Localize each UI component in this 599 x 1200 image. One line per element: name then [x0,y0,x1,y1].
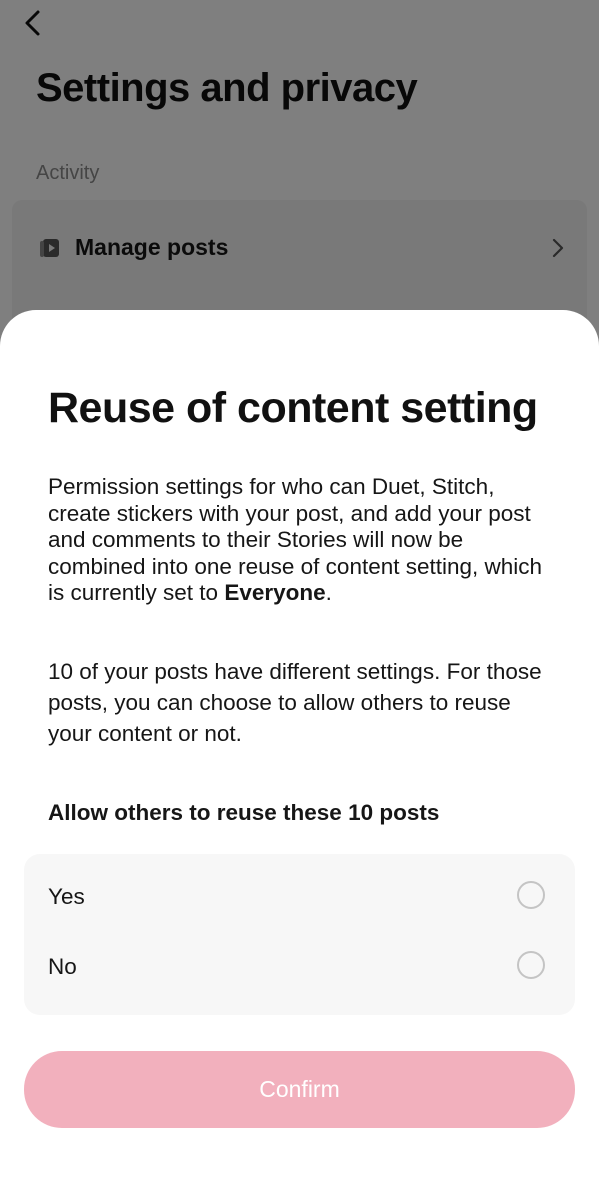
posts-info-text: 10 of your posts have different settings… [48,659,542,746]
app-screen: Settings and privacy Activity Manage pos… [0,0,599,1200]
option-label: No [48,954,77,979]
sheet-title: Reuse of content setting [48,384,538,432]
confirm-button[interactable]: Confirm [24,1051,575,1128]
option-label: Yes [48,884,85,909]
reuse-options-group: Yes No [24,854,575,1015]
reuse-question-label: Allow others to reuse these 10 posts [48,800,440,825]
current-setting-value: Everyone [224,580,326,605]
reuse-content-sheet: Reuse of content setting Permission sett… [0,310,599,1200]
radio-yes[interactable] [517,881,545,909]
description-suffix: . [325,580,332,605]
sheet-description: Permission settings for who can Duet, St… [48,474,558,607]
option-yes[interactable]: Yes [24,862,575,932]
radio-no[interactable] [517,951,545,979]
option-no[interactable]: No [24,932,575,1002]
